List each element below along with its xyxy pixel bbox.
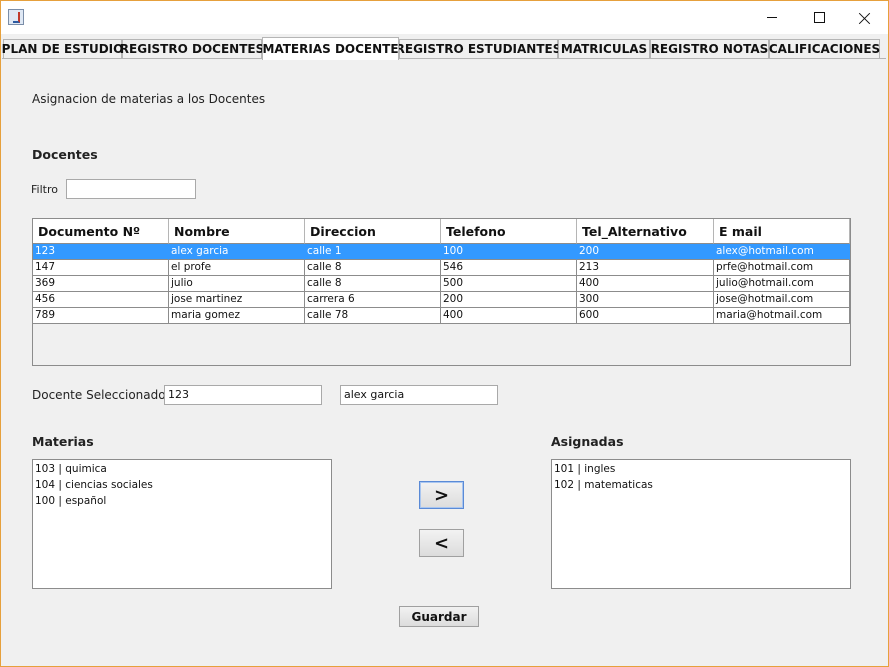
table-cell: 600 [577, 308, 714, 324]
selected-document-field[interactable]: 123 [164, 385, 322, 405]
tab-materias-docente[interactable]: MATERIAS DOCENTE [262, 37, 399, 60]
tab-matriculas[interactable]: MATRICULAS [558, 39, 650, 58]
table-cell: 123 [33, 244, 169, 260]
filter-label: Filtro [31, 183, 58, 196]
table-cell: prfe@hotmail.com [714, 260, 850, 276]
title-bar[interactable] [1, 1, 888, 34]
table-cell: jose@hotmail.com [714, 292, 850, 308]
table-cell: calle 8 [305, 260, 441, 276]
close-icon [859, 12, 871, 24]
table-cell: calle 8 [305, 276, 441, 292]
table-cell: 500 [441, 276, 577, 292]
table-cell: 200 [441, 292, 577, 308]
list-item[interactable]: 100 | español [35, 493, 329, 509]
table-cell: calle 78 [305, 308, 441, 324]
docentes-table[interactable]: Documento Nº Nombre Direccion Telefono T… [32, 218, 851, 366]
asignadas-list[interactable]: 101 | ingles 102 | matematicas [551, 459, 851, 589]
filter-input[interactable] [66, 179, 196, 199]
maximize-button[interactable] [796, 1, 842, 34]
table-cell: el profe [169, 260, 305, 276]
table-cell: 369 [33, 276, 169, 292]
table-cell: 300 [577, 292, 714, 308]
list-item[interactable]: 101 | ingles [554, 461, 848, 477]
minimize-icon [767, 17, 777, 18]
table-cell: 213 [577, 260, 714, 276]
table-cell: calle 1 [305, 244, 441, 260]
table-row[interactable]: 789 maria gomez calle 78 400 600 maria@h… [33, 308, 850, 324]
table-cell: maria@hotmail.com [714, 308, 850, 324]
tab-calificaciones[interactable]: CALIFICACIONES [769, 39, 880, 58]
unassign-materia-button[interactable]: < [419, 529, 464, 557]
table-cell: 400 [577, 276, 714, 292]
column-header-email[interactable]: E mail [714, 219, 850, 244]
save-button[interactable]: Guardar [399, 606, 479, 627]
table-cell: 147 [33, 260, 169, 276]
list-item[interactable]: 103 | quimica [35, 461, 329, 477]
table-cell: julio [169, 276, 305, 292]
table-cell: 200 [577, 244, 714, 260]
materias-heading: Materias [32, 434, 94, 449]
selected-docente-label: Docente Seleccionado [32, 388, 166, 402]
maximize-icon [813, 12, 825, 23]
list-item[interactable]: 102 | matematicas [554, 477, 848, 493]
table-row[interactable]: 147 el profe calle 8 546 213 prfe@hotmai… [33, 260, 850, 276]
selected-name-field[interactable]: alex garcia [340, 385, 498, 405]
tab-registro-docentes[interactable]: REGISTRO DOCENTES [120, 39, 264, 58]
column-header-tel-alternativo[interactable]: Tel_Alternativo [577, 219, 714, 244]
table-cell: 100 [441, 244, 577, 260]
table-row[interactable]: 456 jose martinez carrera 6 200 300 jose… [33, 292, 850, 308]
table-cell: maria gomez [169, 308, 305, 324]
table-cell: 789 [33, 308, 169, 324]
column-header-telefono[interactable]: Telefono [441, 219, 577, 244]
table-cell: carrera 6 [305, 292, 441, 308]
list-item[interactable]: 104 | ciencias sociales [35, 477, 329, 493]
materias-list[interactable]: 103 | quimica 104 | ciencias sociales 10… [32, 459, 332, 589]
tab-registro-estudiantes[interactable]: REGISTRO ESTUDIANTES [396, 39, 561, 58]
table-row[interactable]: 123 alex garcia calle 1 100 200 alex@hot… [33, 244, 850, 260]
docentes-heading: Docentes [32, 147, 98, 162]
column-header-direccion[interactable]: Direccion [305, 219, 441, 244]
table-cell: 400 [441, 308, 577, 324]
tab-registro-notas[interactable]: REGISTRO NOTAS [650, 39, 769, 58]
table-header: Documento Nº Nombre Direccion Telefono T… [33, 219, 850, 244]
table-cell: alex garcia [169, 244, 305, 260]
assign-materia-button[interactable]: > [419, 481, 464, 509]
column-header-nombre[interactable]: Nombre [169, 219, 305, 244]
asignadas-heading: Asignadas [551, 434, 624, 449]
tab-plan-de-estudio[interactable]: PLAN DE ESTUDIO [2, 39, 123, 58]
table-cell: 546 [441, 260, 577, 276]
table-row[interactable]: 369 julio calle 8 500 400 julio@hotmail.… [33, 276, 850, 292]
java-app-icon [8, 9, 24, 25]
minimize-button[interactable] [749, 1, 795, 34]
column-header-documento[interactable]: Documento Nº [33, 219, 169, 244]
table-cell: 456 [33, 292, 169, 308]
close-button[interactable] [842, 1, 888, 34]
table-cell: alex@hotmail.com [714, 244, 850, 260]
description-label: Asignacion de materias a los Docentes [32, 92, 266, 106]
table-cell: jose martinez [169, 292, 305, 308]
table-cell: julio@hotmail.com [714, 276, 850, 292]
